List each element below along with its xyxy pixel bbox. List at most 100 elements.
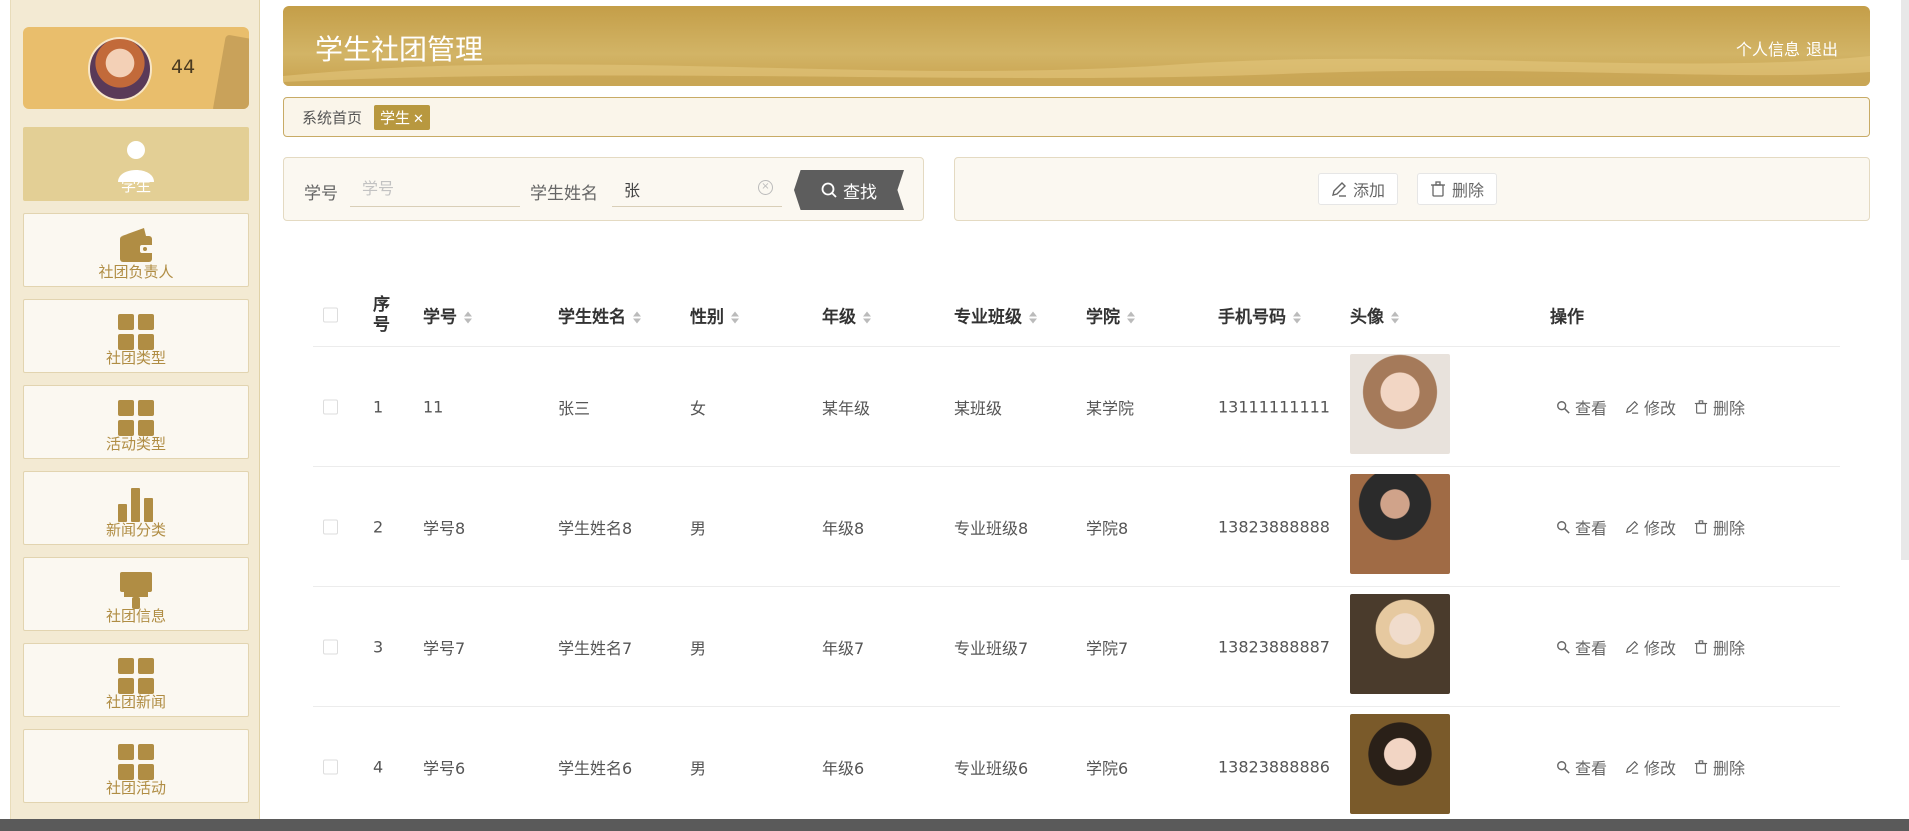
cell-gender: 男 [690, 518, 707, 538]
search-icon [821, 182, 837, 198]
bar-chart-icon [118, 488, 153, 522]
grid-icon [118, 400, 154, 436]
trash-icon [1431, 181, 1445, 197]
sidebar-item-club-info[interactable]: 社团信息 [23, 557, 249, 631]
add-button[interactable]: 添加 [1318, 173, 1399, 205]
sidebar-item-student[interactable]: 学生 [23, 127, 249, 201]
search-icon [1557, 760, 1570, 774]
edit-button[interactable]: 修改 [1625, 635, 1676, 659]
column-header-phone[interactable]: 手机号码 [1218, 302, 1302, 327]
delete-row-button[interactable]: 删除 [1694, 515, 1745, 539]
avatar-thumbnail[interactable] [1350, 714, 1450, 814]
sort-icon[interactable] [463, 310, 473, 324]
column-header-id[interactable]: 学号 [423, 302, 473, 327]
app-header: 学生社团管理 个人信息 退出 [283, 6, 1870, 86]
sort-icon[interactable] [1028, 310, 1038, 324]
cell-college: 学院8 [1086, 518, 1129, 538]
sort-icon[interactable] [1292, 310, 1302, 324]
row-checkbox[interactable] [323, 759, 338, 774]
op-label: 查看 [1575, 518, 1608, 538]
trash-icon [1694, 639, 1708, 654]
breadcrumb-home[interactable]: 系统首页 [302, 107, 362, 128]
row-checkbox[interactable] [323, 519, 338, 534]
logout-link[interactable]: 退出 [1806, 40, 1838, 59]
close-icon[interactable]: ✕ [413, 112, 424, 127]
sidebar-item-club-leader[interactable]: 社团负责人 [23, 213, 249, 287]
column-header-gender[interactable]: 性别 [690, 302, 740, 327]
row-checkbox[interactable] [323, 639, 338, 654]
cell-grade: 年级8 [822, 518, 865, 538]
op-label: 删除 [1713, 758, 1746, 778]
op-label: 修改 [1644, 518, 1677, 538]
delete-row-button[interactable]: 删除 [1694, 635, 1745, 659]
op-label: 删除 [1713, 398, 1746, 418]
sort-icon[interactable] [1126, 310, 1136, 324]
grid-icon [118, 314, 154, 350]
edit-button[interactable]: 修改 [1625, 515, 1676, 539]
column-header-name[interactable]: 学生姓名 [558, 302, 642, 327]
table-header-row: 序号 学号 学生姓名 性别 年级 专业班级 学院 手机号码 头像 操作 [313, 283, 1840, 347]
column-header-avatar[interactable]: 头像 [1350, 302, 1400, 327]
cell-college: 学院6 [1086, 758, 1129, 778]
edit-icon [1332, 182, 1346, 197]
op-label: 删除 [1713, 638, 1746, 658]
student-name-label: 学生姓名 [530, 184, 598, 204]
sidebar-item-club-type[interactable]: 社团类型 [23, 299, 249, 373]
view-button[interactable]: 查看 [1556, 635, 1607, 659]
view-button[interactable]: 查看 [1556, 515, 1607, 539]
edit-button[interactable]: 修改 [1625, 395, 1676, 419]
sidebar: 44 学生 社团负责人 社团类型 活动类型 新闻分类 社团信息 社团新闻 社团活… [10, 0, 260, 831]
view-button[interactable]: 查看 [1556, 755, 1607, 779]
sort-icon[interactable] [730, 310, 740, 324]
trash-icon [1694, 759, 1708, 774]
search-icon [1557, 640, 1570, 654]
view-button[interactable]: 查看 [1556, 395, 1607, 419]
op-label: 查看 [1575, 758, 1608, 778]
column-header-grade[interactable]: 年级 [822, 302, 872, 327]
avatar[interactable] [88, 37, 152, 101]
sort-icon[interactable] [862, 310, 872, 324]
cell-seq: 3 [373, 637, 384, 656]
avatar-thumbnail[interactable] [1350, 594, 1450, 694]
delete-button-label: 删除 [1452, 181, 1485, 200]
user-name: 44 [171, 56, 196, 78]
sidebar-item-news-category[interactable]: 新闻分类 [23, 471, 249, 545]
sort-icon[interactable] [632, 310, 642, 324]
delete-row-button[interactable]: 删除 [1694, 755, 1745, 779]
cell-college: 学院7 [1086, 638, 1129, 658]
edit-icon [1625, 760, 1639, 774]
breadcrumb-tag-student[interactable]: 学生 ✕ [374, 104, 430, 130]
student-name-input[interactable] [612, 171, 782, 207]
breadcrumb-tag-label: 学生 [380, 108, 411, 127]
student-id-input[interactable] [350, 171, 520, 207]
row-checkbox[interactable] [323, 399, 338, 414]
grid-icon [118, 658, 154, 694]
select-all-checkbox[interactable] [323, 307, 338, 322]
avatar-thumbnail[interactable] [1350, 474, 1450, 574]
action-panel: 添加 删除 [954, 157, 1870, 221]
page-scrollbar[interactable] [1901, 0, 1909, 560]
sidebar-item-club-activity[interactable]: 社团活动 [23, 729, 249, 803]
cell-phone: 13823888888 [1218, 517, 1330, 536]
delete-row-button[interactable]: 删除 [1694, 395, 1745, 419]
search-icon [1557, 400, 1570, 414]
clear-icon[interactable]: × [758, 180, 773, 195]
search-button[interactable]: 查找 [794, 170, 904, 210]
column-header-class[interactable]: 专业班级 [954, 302, 1038, 327]
cell-name: 学生姓名7 [558, 638, 633, 658]
avatar-thumbnail[interactable] [1350, 354, 1450, 454]
sidebar-item-club-news[interactable]: 社团新闻 [23, 643, 249, 717]
cell-seq: 2 [373, 517, 384, 536]
person-icon [118, 141, 154, 182]
cell-college: 某学院 [1086, 398, 1135, 418]
column-header-college[interactable]: 学院 [1086, 302, 1136, 327]
user-card: 44 [23, 27, 249, 109]
edit-button[interactable]: 修改 [1625, 755, 1676, 779]
cell-id: 11 [423, 397, 444, 416]
row-actions: 查看 修改 删除 [1556, 635, 1763, 659]
sidebar-item-activity-type[interactable]: 活动类型 [23, 385, 249, 459]
sort-icon[interactable] [1390, 310, 1400, 324]
edit-icon [1625, 640, 1639, 654]
delete-button[interactable]: 删除 [1417, 173, 1498, 205]
profile-link[interactable]: 个人信息 [1736, 40, 1800, 59]
